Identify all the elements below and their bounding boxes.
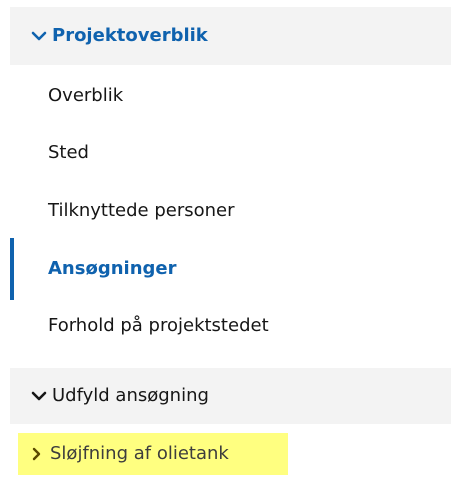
nav-item-forhold-paa-projektstedet[interactable]: Forhold på projektstedet: [48, 314, 269, 338]
section-projektoverblik-header[interactable]: Projektoverblik: [10, 7, 451, 65]
chevron-down-icon: [28, 385, 50, 407]
nav-item-overblik[interactable]: Overblik: [48, 84, 123, 108]
nav-item-sted[interactable]: Sted: [48, 141, 89, 165]
nav-item-ansoegninger[interactable]: Ansøgninger: [48, 257, 176, 281]
side-navigation: Projektoverblik Overblik Sted Tilknytted…: [0, 0, 451, 480]
active-indicator: [10, 238, 14, 300]
section-udfyld-ansoegning-header[interactable]: Udfyld ansøgning: [10, 368, 451, 424]
chevron-right-icon: [26, 444, 46, 464]
section-projektoverblik-label: Projektoverblik: [52, 25, 208, 46]
nav-item-sloejfning-af-olietank-label: Sløjfning af olietank: [50, 443, 229, 464]
nav-item-sloejfning-af-olietank[interactable]: Sløjfning af olietank: [18, 433, 288, 475]
nav-item-tilknyttede-personer[interactable]: Tilknyttede personer: [48, 199, 235, 223]
chevron-down-icon: [28, 25, 50, 47]
section-udfyld-ansoegning-label: Udfyld ansøgning: [52, 385, 209, 406]
